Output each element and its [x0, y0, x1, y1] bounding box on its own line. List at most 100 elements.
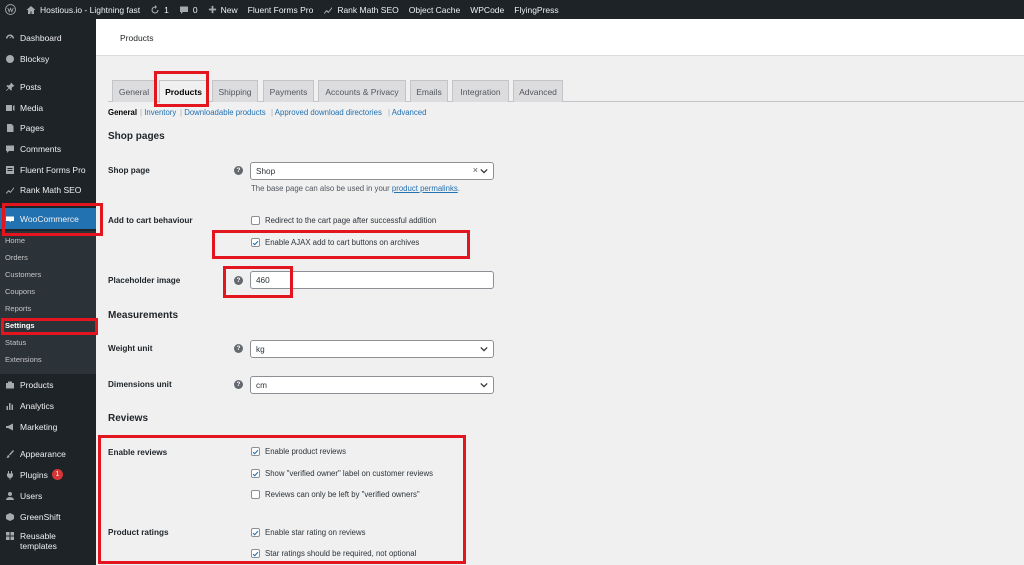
menu-plugins[interactable]: Plugins 1 [0, 464, 96, 485]
page-title: Products [120, 33, 154, 43]
highlight-ajax-option [212, 230, 470, 259]
menu-comments[interactable]: Comments [0, 138, 96, 159]
submenu-extensions[interactable]: Extensions [5, 355, 42, 364]
brush-icon [0, 449, 20, 459]
refresh-icon [151, 4, 159, 13]
submenu-status[interactable]: Status [5, 338, 26, 347]
section-title-shop-pages: Shop pages [108, 131, 165, 142]
redirect-to-cart-checkbox[interactable]: Redirect to the cart page after successf… [251, 216, 436, 225]
products-icon [0, 380, 20, 390]
menu-appearance[interactable]: Appearance [0, 443, 96, 464]
help-icon[interactable]: ? [234, 344, 243, 353]
placeholder-image-label: Placeholder image [108, 276, 181, 285]
plugins-update-badge: 1 [51, 469, 63, 480]
shop-page-select[interactable]: Shop × [250, 162, 494, 180]
chart-icon [0, 185, 20, 195]
home-icon [26, 5, 36, 14]
menu-media[interactable]: Media [0, 97, 96, 118]
users-icon [0, 491, 20, 501]
subnav-general[interactable]: General [108, 108, 137, 117]
tab-integration[interactable]: Integration [452, 80, 509, 102]
highlight-settings-submenu [1, 318, 98, 335]
admin-sidebar: Dashboard Blocksy Posts Media Pages Comm… [0, 19, 96, 565]
admin-bar: Hostious.io - Lightning fast 1 0 New Flu… [0, 0, 1024, 19]
submenu-home[interactable]: Home [5, 236, 25, 245]
submenu-customers[interactable]: Customers [5, 270, 41, 279]
submenu-reports[interactable]: Reports [5, 304, 31, 313]
menu-products[interactable]: Products [0, 374, 96, 395]
checkbox-box[interactable] [251, 216, 260, 225]
megaphone-icon [0, 422, 20, 432]
tab-emails[interactable]: Emails [410, 80, 448, 102]
dashboard-icon [0, 33, 20, 43]
highlight-placeholder-image [223, 266, 293, 298]
blocksy-icon [0, 54, 20, 64]
fluent-forms-link[interactable]: Fluent Forms Pro [243, 0, 319, 19]
analytics-icon [0, 401, 20, 411]
forms-icon [0, 165, 20, 175]
rank-math-link[interactable]: Rank Math SEO [318, 0, 403, 19]
greenshift-icon [0, 512, 20, 522]
page-header: Products [96, 19, 1024, 56]
tab-accounts-privacy[interactable]: Accounts & Privacy [318, 80, 406, 102]
new-content-link[interactable]: New [203, 0, 243, 19]
product-permalinks-link[interactable]: product permalinks [392, 184, 458, 193]
menu-analytics[interactable]: Analytics [0, 395, 96, 416]
menu-pages[interactable]: Pages [0, 117, 96, 138]
tab-shipping[interactable]: Shipping [212, 80, 258, 102]
add-to-cart-behaviour-label: Add to cart behaviour [108, 216, 193, 225]
chevron-down-icon [480, 346, 488, 352]
menu-fluent-forms[interactable]: Fluent Forms Pro [0, 159, 96, 180]
weight-unit-select[interactable]: kg [250, 340, 494, 358]
clear-icon[interactable]: × [473, 165, 478, 175]
tab-general[interactable]: General [112, 80, 156, 102]
flyingpress-link[interactable]: FlyingPress [509, 0, 563, 19]
menu-dashboard[interactable]: Dashboard [0, 27, 96, 48]
weight-unit-label: Weight unit [108, 344, 153, 353]
shop-page-description: The base page can also be used in your p… [251, 184, 460, 193]
shop-page-label: Shop page [108, 166, 150, 175]
object-cache-link[interactable]: Object Cache [404, 0, 466, 19]
highlight-reviews-section [98, 435, 466, 564]
rank-math-icon [324, 6, 333, 14]
menu-rank-math[interactable]: Rank Math SEO [0, 179, 96, 200]
menu-greenshift[interactable]: GreenShift [0, 506, 96, 527]
section-title-measurements: Measurements [108, 310, 179, 321]
subnav-approved-download-directories[interactable]: | Approved download directories [271, 108, 382, 117]
highlight-products-tab [154, 71, 209, 107]
woocommerce-submenu: Home Orders Customers Coupons Reports Se… [0, 231, 96, 374]
subnav-advanced[interactable]: | Advanced [388, 108, 426, 117]
submenu-coupons[interactable]: Coupons [5, 287, 35, 296]
comments-link[interactable]: 0 [174, 0, 203, 19]
updates-link[interactable]: 1 [145, 0, 174, 19]
site-name-link[interactable]: Hostious.io - Lightning fast [21, 0, 145, 19]
highlight-woocommerce-menu [2, 203, 103, 236]
menu-users[interactable]: Users [0, 485, 96, 506]
help-icon[interactable]: ? [234, 380, 243, 389]
menu-blocksy[interactable]: Blocksy [0, 48, 96, 69]
section-title-reviews: Reviews [108, 413, 149, 424]
tab-payments[interactable]: Payments [263, 80, 314, 102]
chevron-down-icon [480, 382, 488, 388]
tab-advanced[interactable]: Advanced [513, 80, 563, 102]
plugin-icon [0, 470, 20, 480]
comment-icon [0, 144, 20, 154]
wordpress-logo-icon[interactable] [0, 0, 21, 19]
help-icon[interactable]: ? [234, 166, 243, 175]
wpcode-link[interactable]: WPCode [465, 0, 509, 19]
submenu-orders[interactable]: Orders [5, 253, 28, 262]
menu-reusable-templates[interactable]: Reusable templates [0, 527, 96, 557]
media-icon [0, 103, 20, 113]
dimensions-unit-select[interactable]: cm [250, 376, 494, 394]
plus-icon [208, 5, 216, 14]
grid-icon [0, 531, 20, 541]
subnav-inventory[interactable]: | Inventory [140, 108, 176, 117]
menu-posts[interactable]: Posts [0, 76, 96, 97]
menu-marketing[interactable]: Marketing [0, 416, 96, 437]
chevron-down-icon [480, 168, 488, 174]
pin-icon [0, 82, 20, 92]
pages-icon [0, 123, 20, 133]
comment-icon [179, 6, 188, 14]
dimensions-unit-label: Dimensions unit [108, 380, 172, 389]
subnav-downloadable-products[interactable]: | Downloadable products [180, 108, 266, 117]
